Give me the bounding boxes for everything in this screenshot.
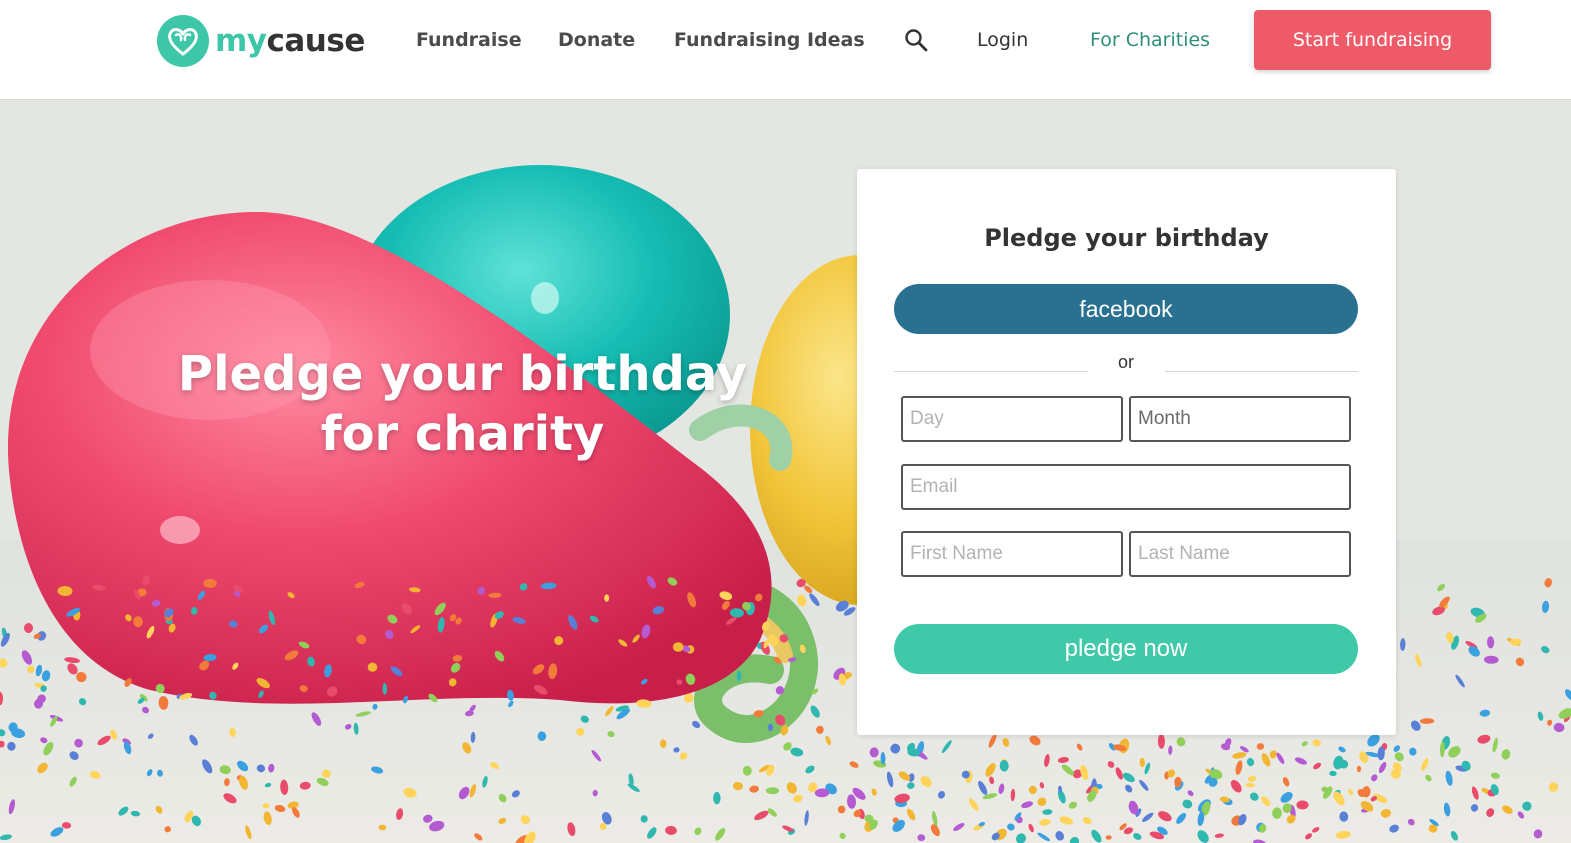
confetti-piece: [1296, 800, 1309, 810]
or-divider: or: [894, 352, 1358, 374]
start-fundraising-button[interactable]: Start fundraising: [1254, 10, 1491, 70]
nav-for-charities[interactable]: For Charities: [1090, 26, 1210, 54]
hero-title-line1: Pledge your birthday: [177, 346, 748, 402]
form-title: Pledge your birthday: [984, 224, 1269, 252]
confetti-piece: [713, 791, 721, 805]
hero-title-line2: for charity: [320, 406, 605, 462]
logo-wordmark: mycause: [215, 22, 365, 59]
or-text: or: [1117, 352, 1134, 372]
nav-fundraise[interactable]: Fundraise: [416, 26, 522, 54]
divider-line-right: [1165, 371, 1358, 372]
last-name-field[interactable]: [1129, 531, 1351, 577]
month-field[interactable]: [1129, 396, 1351, 442]
confetti-piece: [599, 822, 607, 831]
email-field[interactable]: [901, 464, 1351, 510]
confetti-piece: [672, 642, 684, 652]
facebook-button[interactable]: facebook: [894, 284, 1358, 334]
site-header: mycause Fundraise Donate Fundraising Ide…: [0, 0, 1571, 100]
pledge-form-card: Pledge your birthday facebook or pledge …: [857, 169, 1396, 735]
nav-fundraising-ideas[interactable]: Fundraising Ideas: [674, 26, 865, 54]
hero-section: Pledge your birthday for charity Pledge …: [0, 100, 1571, 843]
day-field[interactable]: [901, 396, 1123, 442]
nav-donate[interactable]: Donate: [558, 26, 635, 54]
nav-login[interactable]: Login: [977, 26, 1028, 54]
search-icon[interactable]: [902, 26, 930, 54]
confetti-piece: [765, 787, 780, 795]
hero-title: Pledge your birthday for charity: [150, 344, 775, 464]
confetti-piece: [1272, 807, 1282, 819]
first-name-field[interactable]: [901, 531, 1123, 577]
pledge-now-button[interactable]: pledge now: [894, 624, 1358, 674]
heart-logo-icon: [157, 15, 209, 67]
mycause-logo[interactable]: mycause: [157, 14, 365, 68]
